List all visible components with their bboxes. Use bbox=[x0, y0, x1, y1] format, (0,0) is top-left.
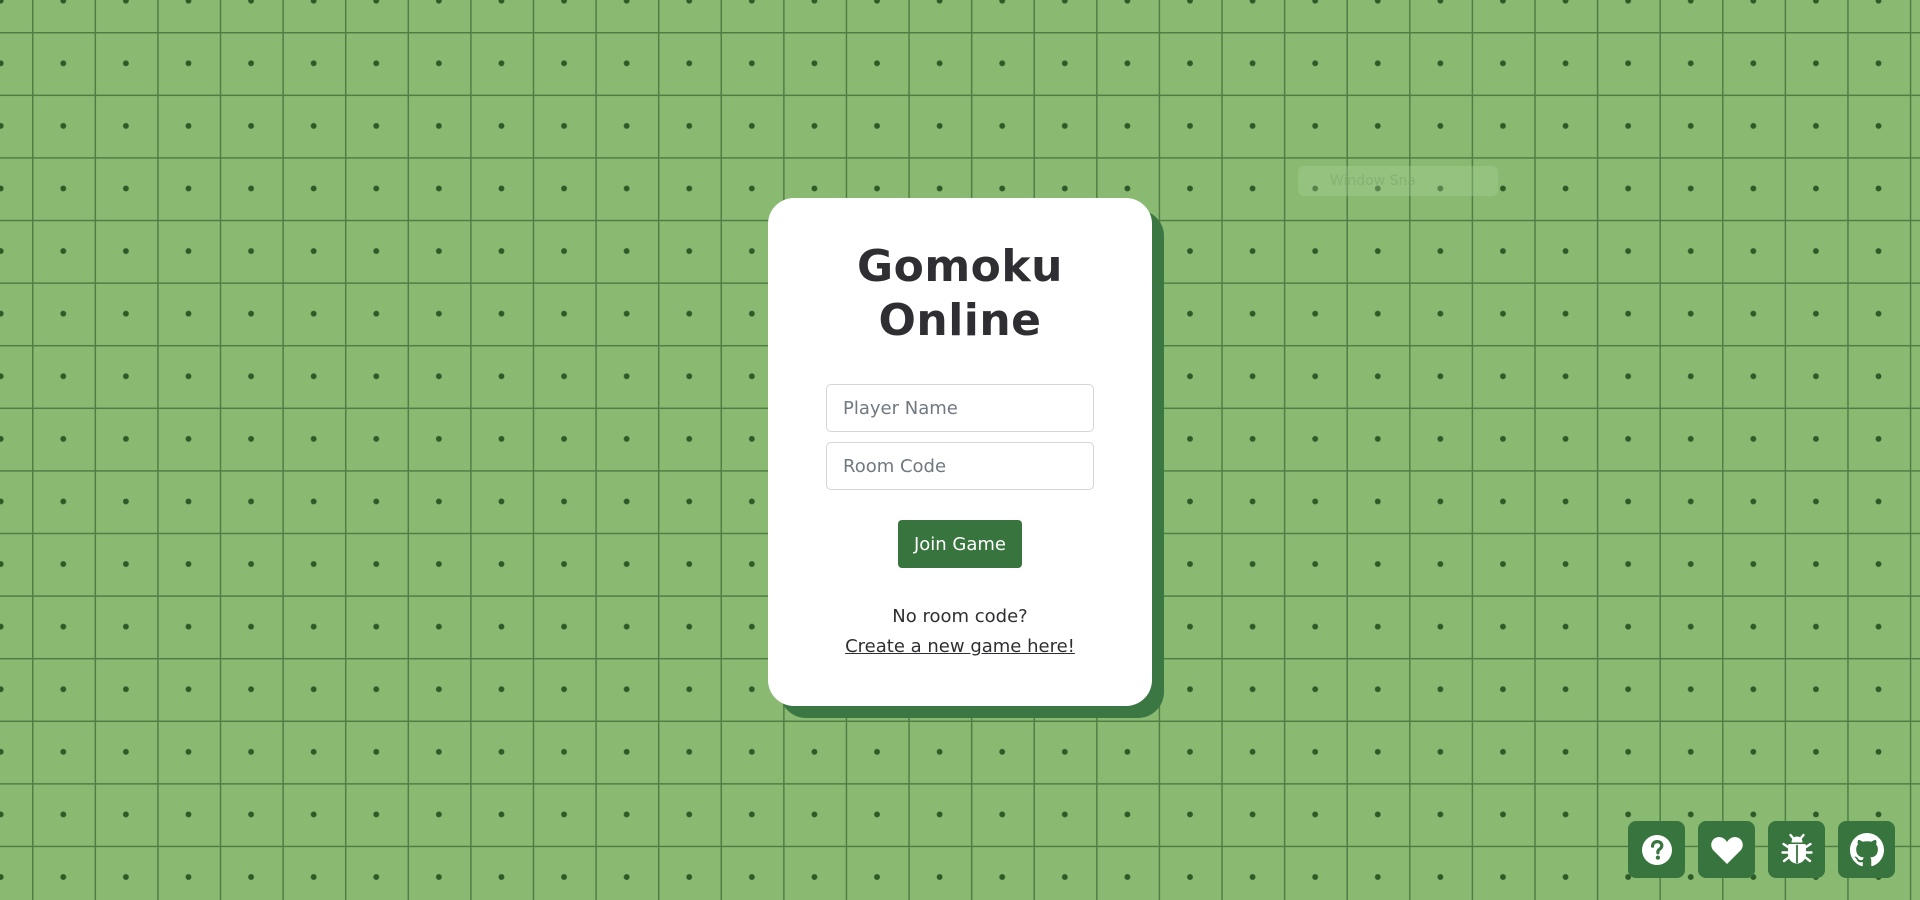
faint-overlay-text: Window Sna bbox=[1330, 173, 1416, 189]
report-bug-button[interactable] bbox=[1768, 821, 1825, 878]
page-title: Gomoku Online bbox=[768, 240, 1152, 348]
footer-icon-bar bbox=[1628, 821, 1895, 878]
bug-icon bbox=[1780, 833, 1813, 867]
player-name-input[interactable] bbox=[826, 384, 1094, 432]
join-card: Gomoku Online Join Game No room code? Cr… bbox=[768, 198, 1152, 706]
create-game-link[interactable]: Create a new game here! bbox=[845, 632, 1075, 662]
github-icon bbox=[1849, 832, 1884, 867]
join-game-button[interactable]: Join Game bbox=[898, 520, 1022, 568]
title-line-1: Gomoku bbox=[856, 241, 1063, 292]
donate-button[interactable] bbox=[1698, 821, 1755, 878]
faint-overlay: Window Sna bbox=[1298, 166, 1498, 196]
help-button[interactable] bbox=[1628, 821, 1685, 878]
no-code-label: No room code? bbox=[892, 606, 1028, 627]
title-line-2: Online bbox=[878, 295, 1042, 346]
github-button[interactable] bbox=[1838, 821, 1895, 878]
heart-icon bbox=[1710, 834, 1744, 866]
room-code-input[interactable] bbox=[826, 442, 1094, 490]
help-icon bbox=[1641, 834, 1673, 866]
no-code-text: No room code? Create a new game here! bbox=[768, 602, 1152, 662]
